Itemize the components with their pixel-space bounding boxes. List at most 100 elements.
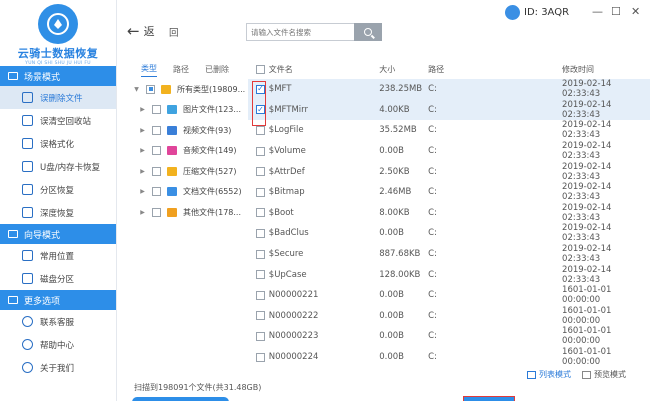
sidebar-item-deep-recovery[interactable]: 深度恢复 [0,201,116,224]
column-path[interactable]: 路径 [428,64,562,75]
row-checkbox[interactable] [256,125,266,135]
image-icon [167,105,177,115]
table-row[interactable]: $Secure 887.68KB C: 2019-02-14 02:33:43 [248,244,650,265]
sidebar-item-format[interactable]: 误格式化 [0,132,116,155]
row-checkbox[interactable] [256,228,266,238]
tree-item-documents[interactable]: ▶ 文档文件(6552) [117,182,248,203]
list-mode-button[interactable]: 列表模式 [527,369,571,380]
tree-item-archives[interactable]: ▶ 压缩文件(527) [117,161,248,182]
sidebar-item-deleted-files[interactable]: 误删除文件 [0,86,116,109]
table-row[interactable]: N00000223 0.00B C: 1601-01-01 00:00:00 [248,326,650,347]
chevron-right-icon[interactable]: ▶ [139,127,146,134]
file-icon [22,92,33,103]
tree-item-videos[interactable]: ▶ 视频文件(93) [117,120,248,141]
video-icon [167,125,177,135]
table-row[interactable]: $LogFile 35.52MB C: 2019-02-14 02:33:43 [248,120,650,141]
chevron-down-icon[interactable]: ▼ [133,86,140,93]
select-all-checkbox[interactable] [256,65,266,74]
tab-path[interactable]: 路径 [173,64,189,75]
close-button[interactable]: ✕ [631,5,640,18]
table-row[interactable]: N00000221 0.00B C: 1601-01-01 00:00:00 [248,285,650,306]
file-name: $BadClus [268,228,309,239]
minimize-button[interactable]: — [592,5,603,18]
row-checkbox[interactable] [256,270,266,280]
table-row[interactable]: $AttrDef 2.50KB C: 2019-02-14 02:33:43 [248,161,650,182]
file-path: C: [428,187,437,198]
back-button[interactable]: ← 返 [127,23,155,39]
file-size: 2.46MB [379,187,412,198]
table-row[interactable]: N00000222 0.00B C: 1601-01-01 00:00:00 [248,306,650,327]
sidebar-item-contact-support[interactable]: 联系客服 [0,310,116,333]
search-button[interactable] [354,23,382,41]
file-modified: 2019-02-14 02:33:43 [562,79,612,100]
tree-checkbox[interactable] [152,125,161,135]
file-name: $UpCase [268,269,307,280]
table-row[interactable]: $Volume 0.00B C: 2019-02-14 02:33:43 [248,141,650,162]
monitor-icon [8,72,18,80]
chevron-right-icon[interactable]: ▶ [139,147,146,154]
row-checkbox[interactable] [256,167,266,177]
row-checkbox[interactable] [256,249,266,259]
table-row[interactable]: $Bitmap 2.46MB C: 2019-02-14 02:33:43 [248,182,650,203]
toolbar: ← 返 回 ID: 3AQR — ☐ ✕ [117,0,650,60]
file-path: C: [428,290,437,301]
tree-checkbox[interactable] [152,207,161,217]
tree-checkbox[interactable] [152,105,161,115]
tree-root[interactable]: ▼ 所有类型(19809... [117,79,248,100]
file-modified: 1601-01-01 00:00:00 [562,326,612,347]
section-header-scene: 场景模式 [0,66,116,86]
tree-checkbox[interactable] [146,84,155,94]
recover-button[interactable] [463,396,515,401]
tree-item-audio[interactable]: ▶ 音频文件(149) [117,141,248,162]
status-bar: 扫描到198091个文件(共31.48GB) 列表模式 预览模式 [117,360,650,401]
sidebar-item-disk-partitions[interactable]: 磁盘分区 [0,267,116,290]
file-modified: 2019-02-14 02:33:43 [562,99,612,120]
row-checkbox[interactable] [256,187,266,197]
tree-checkbox[interactable] [152,146,161,156]
deep-scan-icon [22,207,33,218]
tab-deleted[interactable]: 已删除 [205,64,229,75]
section-header-more: 更多选项 [0,290,116,310]
table-row[interactable]: $Boot 8.00KB C: 2019-02-14 02:33:43 [248,203,650,224]
tree-item-other[interactable]: ▶ 其他文件(178... [117,202,248,223]
file-modified: 2019-02-14 02:33:43 [562,264,612,285]
search-input[interactable] [246,23,354,41]
sidebar-item-usb-card[interactable]: U盘/内存卡恢复 [0,155,116,178]
category-tree: 类型 路径 已删除 ▼ 所有类型(19809... ▶ 图片文件(123... … [117,60,248,380]
maximize-button[interactable]: ☐ [611,5,621,18]
sidebar-item-about-us[interactable]: 关于我们 [0,356,116,379]
archive-icon [167,166,177,176]
tree-checkbox[interactable] [152,166,161,176]
file-modified: 2019-02-14 02:33:43 [562,161,612,182]
return-button[interactable]: 回 [169,25,179,39]
logo: 云骑士数据恢复 YUN QI SHI SHU JU HUI FU [0,0,116,66]
chevron-right-icon[interactable]: ▶ [139,168,146,175]
sidebar-item-recycle-bin[interactable]: 误清空回收站 [0,109,116,132]
info-icon [22,362,33,373]
sidebar-item-common-locations[interactable]: 常用位置 [0,244,116,267]
tree-item-images[interactable]: ▶ 图片文件(123... [117,100,248,121]
chevron-right-icon[interactable]: ▶ [139,106,146,113]
tree-checkbox[interactable] [152,187,161,197]
row-checkbox[interactable] [256,146,266,156]
file-name: N00000222 [268,310,319,321]
row-checkbox[interactable] [256,208,266,218]
tab-type[interactable]: 类型 [141,63,157,77]
sidebar-item-help-center[interactable]: 帮助中心 [0,333,116,356]
column-size[interactable]: 大小 [379,64,428,75]
preview-mode-button[interactable]: 预览模式 [582,369,626,380]
row-checkbox[interactable] [256,331,266,341]
row-checkbox[interactable] [256,290,266,300]
row-checkbox[interactable] [256,311,266,321]
sidebar-item-partition[interactable]: 分区恢复 [0,178,116,201]
chevron-right-icon[interactable]: ▶ [139,188,146,195]
file-modified: 2019-02-14 02:33:43 [562,202,612,223]
table-row[interactable]: $BadClus 0.00B C: 2019-02-14 02:33:43 [248,223,650,244]
recover-selected-button[interactable] [132,397,229,401]
column-name[interactable]: 文件名 [269,64,379,75]
table-row[interactable]: $UpCase 128.00KB C: 2019-02-14 02:33:43 [248,264,650,285]
chevron-right-icon[interactable]: ▶ [139,209,146,216]
table-row[interactable]: $MFT 238.25MB C: 2019-02-14 02:33:43 [248,79,650,100]
column-modified[interactable]: 修改时间 [562,64,650,75]
table-row[interactable]: $MFTMirr 4.00KB C: 2019-02-14 02:33:43 [248,99,650,121]
